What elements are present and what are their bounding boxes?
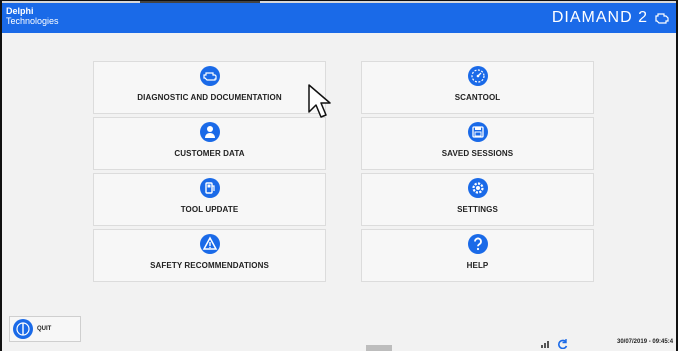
window-frame — [0, 0, 678, 351]
